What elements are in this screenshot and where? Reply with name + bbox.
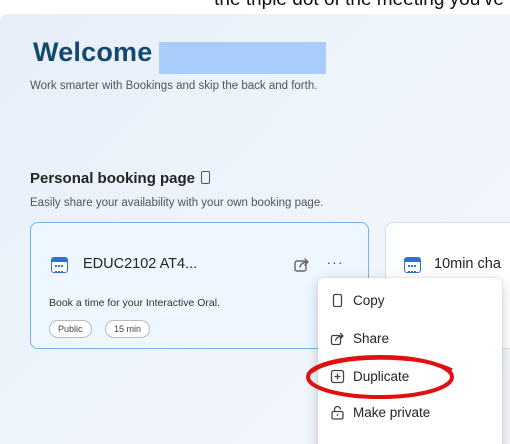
menu-item-share[interactable]: Share bbox=[318, 322, 502, 354]
booking-card-2-title[interactable]: 10min cha bbox=[434, 256, 501, 272]
section-subtitle: Easily share your availability with your… bbox=[30, 197, 324, 209]
welcome-title: Welcome bbox=[33, 37, 153, 67]
section-title-text: Personal booking page bbox=[30, 170, 196, 187]
booking-card-title[interactable]: EDUC2102 AT4... bbox=[83, 256, 197, 272]
share-icon bbox=[294, 258, 309, 272]
copy-link-icon[interactable] bbox=[201, 171, 211, 184]
copy-icon bbox=[330, 293, 345, 308]
lock-icon bbox=[330, 405, 345, 420]
highlight-ring bbox=[306, 355, 454, 399]
menu-item-label: Share bbox=[353, 330, 390, 346]
menu-item-label: Copy bbox=[353, 292, 385, 308]
section-title: Personal booking page bbox=[30, 170, 211, 187]
duration-badge: 15 min bbox=[105, 320, 151, 338]
more-options-button[interactable]: ··· bbox=[323, 255, 347, 275]
redacted-username bbox=[159, 42, 326, 74]
welcome-subtitle: Work smarter with Bookings and skip the … bbox=[30, 80, 318, 92]
share-button[interactable] bbox=[292, 255, 312, 275]
booking-card-description: Book a time for your Interactive Oral. bbox=[49, 297, 220, 309]
menu-item-label: Make private bbox=[353, 404, 431, 420]
visibility-badge: Public bbox=[49, 320, 92, 338]
calendar-icon bbox=[404, 257, 421, 273]
calendar-icon bbox=[51, 257, 68, 273]
menu-item-copy[interactable]: Copy bbox=[318, 284, 502, 316]
instruction-caption: the triple dot of the meeting you've bbox=[0, 0, 510, 11]
share-icon bbox=[330, 331, 345, 346]
